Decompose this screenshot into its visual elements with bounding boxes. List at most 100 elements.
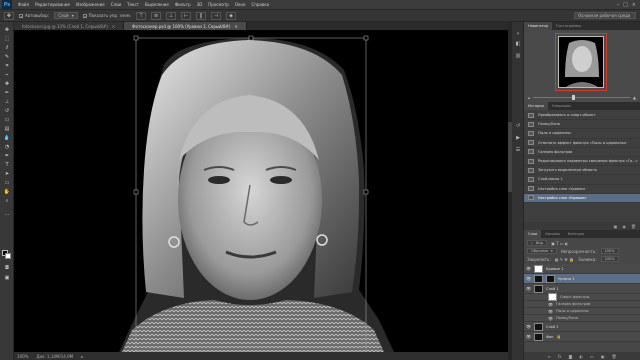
show-transform-controls-checkbox[interactable]: ✓ Показать упр. элем. <box>82 13 131 18</box>
tab-paths[interactable]: Контуры <box>564 230 588 238</box>
layer-filter-dropdown[interactable]: ⌕ Вид <box>527 240 548 246</box>
layer-row[interactable]: 👁 Кривые 1 <box>524 264 640 274</box>
align-top-icon[interactable]: ⊤ <box>136 11 147 20</box>
filter-icons[interactable]: ▣ T ▭ ◐ <box>551 241 568 246</box>
align-bottom-icon[interactable]: ⊥ <box>166 11 177 20</box>
zoom-tool-icon[interactable]: ⌕ <box>3 197 11 204</box>
gradient-tool-icon[interactable]: ▤ <box>3 125 11 132</box>
autoselect-checkbox[interactable]: ✓ Автовыбор: <box>19 13 49 18</box>
history-item[interactable]: Редактировать параметры смешения фильтра… <box>524 157 640 167</box>
trash-icon[interactable]: 🗑 <box>631 224 636 229</box>
history-item[interactable]: Слой-маска 1 <box>524 175 640 185</box>
marquee-tool-icon[interactable]: ⬚ <box>3 35 11 42</box>
move-tool-preset-icon[interactable]: ✥ <box>4 11 14 20</box>
align-center-icon[interactable]: ‖ <box>196 11 207 20</box>
history-item-selected[interactable]: Настройка слоя «Кривые» <box>524 193 640 203</box>
zoom-slider[interactable] <box>533 94 630 100</box>
move-tool-icon[interactable]: ✥ <box>3 26 11 33</box>
zoom-out-icon[interactable]: ▴ <box>528 95 530 100</box>
menu-help[interactable]: Справка <box>248 2 272 7</box>
menu-select[interactable]: Выделение <box>142 2 172 7</box>
tab-histogram[interactable]: Гистограмма <box>552 22 585 30</box>
eraser-tool-icon[interactable]: ▭ <box>3 116 11 123</box>
shape-tool-icon[interactable]: ▭ <box>3 179 11 186</box>
doc-tab-active[interactable]: Фотосканер.psd @ 100% (Уровни 1, Серый/8… <box>124 22 247 30</box>
smart-filter-item[interactable]: 👁 Галерея фильтров <box>524 301 640 308</box>
menu-file[interactable]: Файл <box>15 2 32 7</box>
lock-icons[interactable]: ▦ ✎ ✥ 🔒 <box>555 257 574 262</box>
dodge-tool-icon[interactable]: ◔ <box>3 143 11 150</box>
tab-actions[interactable]: Операции <box>548 102 575 110</box>
adjustment-icon[interactable]: ◐ <box>579 354 583 359</box>
expand-panels-icon[interactable]: « <box>514 30 522 37</box>
trash-icon[interactable]: 🗑 <box>612 354 617 359</box>
tab-history[interactable]: История <box>524 102 548 110</box>
new-layer-icon[interactable]: ▣ <box>601 354 605 359</box>
history-item[interactable]: Палец/Лапа <box>524 120 640 130</box>
menu-image[interactable]: Изображение <box>73 2 108 7</box>
layer-row-selected[interactable]: 👁 Уровни 1 <box>524 274 640 284</box>
history-brush-tool-icon[interactable]: ↺ <box>3 107 11 114</box>
align-right-icon[interactable]: ⊣ <box>211 11 222 20</box>
clone-stamp-tool-icon[interactable]: ⊥ <box>3 98 11 105</box>
menu-filter[interactable]: Фильтр <box>172 2 194 7</box>
eye-icon[interactable]: 👁 <box>526 334 531 339</box>
workspace-dropdown[interactable]: Основная рабочая среда <box>574 12 636 19</box>
eyedropper-tool-icon[interactable]: ⌁ <box>3 71 11 78</box>
background-color-swatch[interactable] <box>5 253 11 259</box>
hand-tool-icon[interactable]: ✋ <box>3 188 11 195</box>
eye-icon[interactable]: 👁 <box>548 316 553 321</box>
histogram-panel-icon[interactable]: ▥ <box>514 52 522 59</box>
more-tools-icon[interactable]: … <box>3 210 11 217</box>
maximize-button[interactable]: □ <box>623 2 628 8</box>
type-tool-icon[interactable]: T <box>3 161 11 168</box>
properties-panel-icon[interactable]: ☰ <box>514 146 522 153</box>
path-select-tool-icon[interactable]: ➤ <box>3 170 11 177</box>
eye-icon[interactable]: 👁 <box>548 309 553 314</box>
tab-layers[interactable]: Слои <box>524 230 542 238</box>
layer-row[interactable]: 👁 Фон 🔒 <box>524 332 640 342</box>
eye-icon[interactable]: 👁 <box>526 286 531 291</box>
actions-panel-icon[interactable]: ▶ <box>514 134 522 141</box>
menu-view[interactable]: Просмотр <box>205 2 232 7</box>
history-item[interactable]: Пыль и царапины <box>524 129 640 139</box>
menu-type[interactable]: Текст <box>124 2 142 7</box>
camera-icon[interactable]: ◉ <box>622 224 626 229</box>
history-item[interactable]: Отменить эффект фильтра «Пыль и царапины… <box>524 139 640 148</box>
history-item[interactable]: Галерея фильтров <box>524 148 640 157</box>
align-left-icon[interactable]: ⊢ <box>181 11 192 20</box>
folder-icon[interactable]: ▭ <box>590 354 594 359</box>
minimize-button[interactable]: – <box>617 2 620 8</box>
healing-brush-tool-icon[interactable]: ✚ <box>3 80 11 87</box>
close-icon[interactable]: × <box>234 24 237 29</box>
fill-field[interactable]: 100% <box>600 256 619 262</box>
quick-mask-icon[interactable]: ◘ <box>3 264 11 271</box>
doc-tab[interactable]: fotoskaner.jpg @ 33% (Слой 1, Серый/8#) … <box>14 22 125 30</box>
smart-filters-row[interactable]: Смарт-фильтры <box>524 293 640 301</box>
history-item[interactable]: Настройка слоя «Уровни» <box>524 185 640 194</box>
autoselect-dropdown[interactable]: Слой ▾ <box>54 12 78 19</box>
tab-navigator[interactable]: Навигатор <box>524 22 553 30</box>
chevron-right-icon[interactable]: ▸ <box>81 354 83 359</box>
blend-mode-dropdown[interactable]: Обычные ▾ <box>527 248 557 254</box>
tab-channels[interactable]: Каналы <box>541 230 563 238</box>
lasso-tool-icon[interactable]: ℓ <box>3 44 11 51</box>
menu-layers[interactable]: Слои <box>108 2 124 7</box>
brush-tool-icon[interactable]: ✏ <box>3 89 11 96</box>
smart-filter-item[interactable]: 👁 Палец/Лапа <box>524 315 640 322</box>
history-item[interactable]: Преобразовать в смарт-объект <box>524 111 640 121</box>
new-document-from-state-icon[interactable]: ▣ <box>614 224 618 229</box>
smart-filter-item[interactable]: 👁 Пыль и царапины <box>524 308 640 315</box>
zoom-in-icon[interactable]: ▲ <box>633 95 636 100</box>
menu-window[interactable]: Окно <box>232 2 249 7</box>
zoom-slider-knob[interactable] <box>571 94 575 100</box>
document-canvas[interactable] <box>14 30 508 352</box>
crop-tool-icon[interactable]: ⌗ <box>3 62 11 69</box>
close-button[interactable]: × <box>632 2 636 8</box>
eye-icon[interactable]: 👁 <box>526 276 531 281</box>
add-mask-icon[interactable]: ◙ <box>569 354 573 359</box>
eye-icon[interactable]: 👁 <box>548 302 553 307</box>
link-icon[interactable]: ∞ <box>547 354 550 359</box>
close-icon[interactable]: × <box>112 24 115 29</box>
3d-mode-icon[interactable]: ◈ <box>226 11 237 20</box>
